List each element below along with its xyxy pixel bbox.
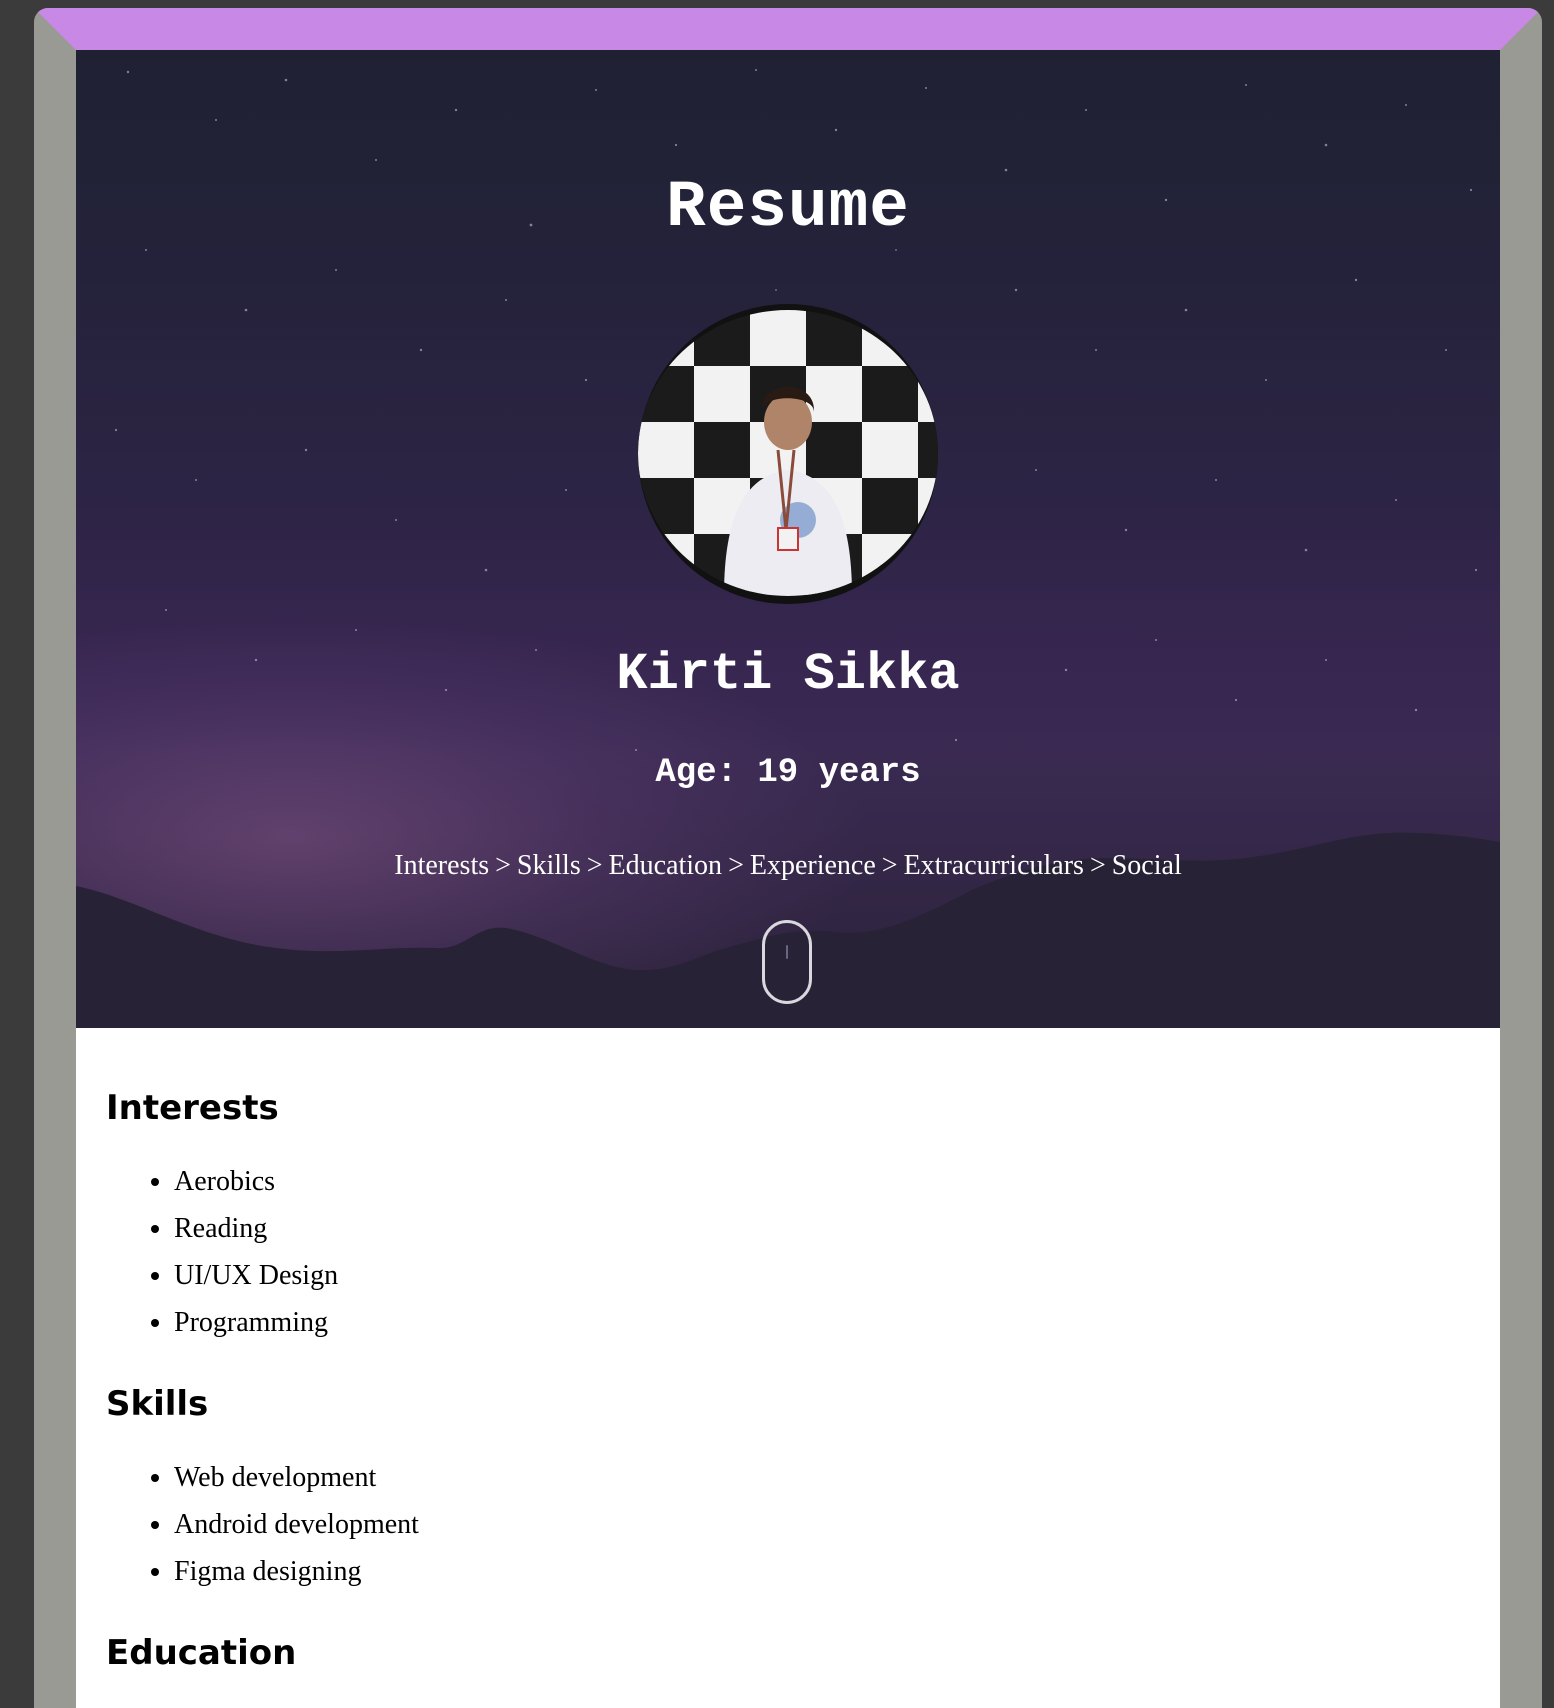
interests-heading: Interests xyxy=(106,1088,279,1128)
interests-list: Aerobics Reading UI/UX Design Programmin… xyxy=(106,1158,1470,1346)
nav-link-interests[interactable]: Interests xyxy=(394,850,489,881)
nav-link-education[interactable]: Education xyxy=(609,850,723,881)
list-item: Android development xyxy=(174,1501,1470,1548)
nav-separator: > xyxy=(881,850,898,881)
nav-separator: > xyxy=(728,850,744,881)
window-frame: Resume Kirti Sikka Age: 19 years Interes… xyxy=(34,8,1542,1708)
resume-page: Resume Kirti Sikka Age: 19 years Interes… xyxy=(76,50,1500,1708)
section-nav: Interests > Skills > Education > Experience > Ex… xyxy=(76,850,1500,882)
frame-top-bar xyxy=(34,8,1542,50)
profile-photo xyxy=(638,304,938,604)
nav-link-skills[interactable]: Skills xyxy=(517,850,581,881)
profile-photo-image xyxy=(638,310,938,596)
resume-content: Interests Aerobics Reading UI/UX Design … xyxy=(76,1028,1500,1673)
nav-separator: > xyxy=(586,850,603,881)
education-heading: Education xyxy=(106,1633,297,1673)
nav-link-social[interactable]: Social xyxy=(1112,850,1182,881)
skills-heading: Skills xyxy=(106,1384,209,1424)
list-item: Aerobics xyxy=(174,1158,1470,1205)
list-item: UI/UX Design xyxy=(174,1252,1470,1299)
list-item: Reading xyxy=(174,1205,1470,1252)
skills-section: Skills Web development Android developme… xyxy=(106,1384,1470,1595)
interests-section: Interests Aerobics Reading UI/UX Design … xyxy=(106,1088,1470,1346)
nav-link-experience[interactable]: Experience xyxy=(750,850,876,881)
scroll-wheel-icon xyxy=(786,945,788,959)
list-item: Figma designing xyxy=(174,1548,1470,1595)
person-name: Kirti Sikka xyxy=(616,645,960,704)
hero-banner: Resume Kirti Sikka Age: 19 years Interes… xyxy=(76,50,1500,1028)
list-item: Web development xyxy=(174,1454,1470,1501)
education-section: Education xyxy=(106,1633,1470,1673)
scroll-down-indicator[interactable] xyxy=(762,920,812,1004)
list-item: Programming xyxy=(174,1299,1470,1346)
skills-list: Web development Android development Figm… xyxy=(106,1454,1470,1595)
page-title: Resume xyxy=(666,170,910,245)
nav-separator: > xyxy=(495,850,511,881)
person-age: Age: 19 years xyxy=(655,754,921,792)
nav-link-extracurriculars[interactable]: Extracurriculars xyxy=(904,850,1084,881)
nav-separator: > xyxy=(1089,850,1106,881)
